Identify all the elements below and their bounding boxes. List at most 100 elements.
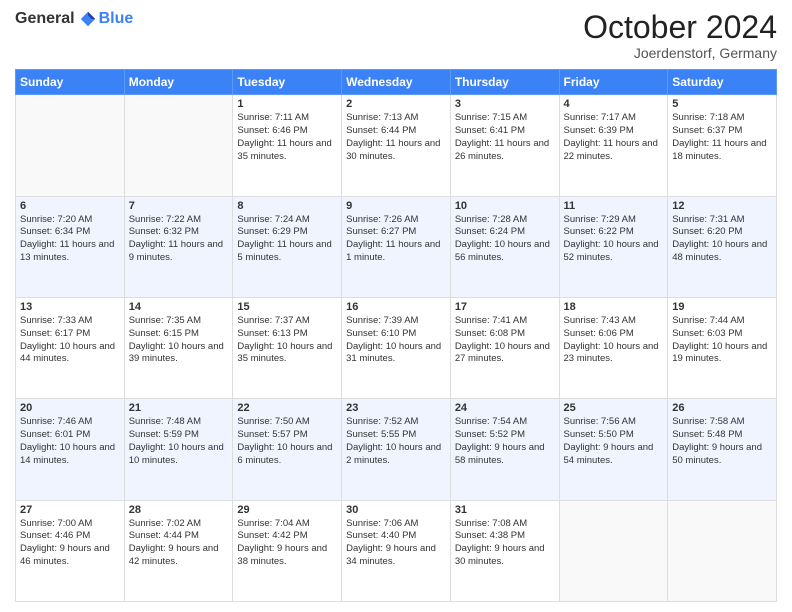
month-title: October 2024 — [583, 10, 777, 45]
day-detail: Sunrise: 7:43 AM Sunset: 6:06 PM Dayligh… — [564, 315, 664, 366]
calendar-cell: 29 Sunrise: 7:04 AM Sunset: 4:42 PM Dayli… — [233, 500, 342, 601]
logo: General Blue — [15, 10, 133, 28]
day-detail: Sunrise: 7:50 AM Sunset: 5:57 PM Dayligh… — [237, 416, 337, 467]
week-row-3: 13 Sunrise: 7:33 AM Sunset: 6:17 PM Dayli… — [16, 297, 777, 398]
day-detail: Sunrise: 7:17 AM Sunset: 6:39 PM Dayligh… — [564, 112, 664, 163]
location: Joerdenstorf, Germany — [583, 45, 777, 61]
calendar-cell: 4 Sunrise: 7:17 AM Sunset: 6:39 PM Daylig… — [559, 95, 668, 196]
day-number: 3 — [455, 98, 555, 110]
calendar-cell: 30 Sunrise: 7:06 AM Sunset: 4:40 PM Dayli… — [342, 500, 451, 601]
calendar-cell: 21Sunrise: 7:48 AM Sunset: 5:59 PM Dayli… — [124, 399, 233, 500]
day-detail: Sunrise: 7:56 AM Sunset: 5:50 PM Dayligh… — [564, 416, 664, 467]
calendar-cell: 16 Sunrise: 7:39 AM Sunset: 6:10 PM Dayli… — [342, 297, 451, 398]
calendar-cell: 26 Sunrise: 7:58 AM Sunset: 5:48 PM Dayli… — [668, 399, 777, 500]
day-detail: Sunrise: 7:15 AM Sunset: 6:41 PM Dayligh… — [455, 112, 555, 163]
day-detail: Sunrise: 7:13 AM Sunset: 6:44 PM Dayligh… — [346, 112, 446, 163]
week-row-4: 20 Sunrise: 7:46 AM Sunset: 6:01 PM Dayli… — [16, 399, 777, 500]
day-detail: Sunrise: 7:06 AM Sunset: 4:40 PM Dayligh… — [346, 518, 446, 569]
day-detail: Sunrise: 7:41 AM Sunset: 6:08 PM Dayligh… — [455, 315, 555, 366]
day-number: 2 — [346, 98, 446, 110]
week-row-2: 6 Sunrise: 7:20 AM Sunset: 6:34 PM Daylig… — [16, 196, 777, 297]
day-number: 10 — [455, 200, 555, 212]
day-number: 26 — [672, 402, 772, 414]
weekday-header-sunday: Sunday — [16, 70, 125, 95]
day-detail: Sunrise: 7:26 AM Sunset: 6:27 PM Dayligh… — [346, 214, 446, 265]
day-detail: Sunrise: 7:39 AM Sunset: 6:10 PM Dayligh… — [346, 315, 446, 366]
calendar-cell: 5 Sunrise: 7:18 AM Sunset: 6:37 PM Daylig… — [668, 95, 777, 196]
calendar-cell: 9Sunrise: 7:26 AM Sunset: 6:27 PM Daylig… — [342, 196, 451, 297]
logo-icon — [79, 10, 97, 28]
day-number: 14 — [129, 301, 229, 313]
day-number: 13 — [20, 301, 120, 313]
week-row-1: 1Sunrise: 7:11 AM Sunset: 6:46 PM Daylig… — [16, 95, 777, 196]
day-detail: Sunrise: 7:29 AM Sunset: 6:22 PM Dayligh… — [564, 214, 664, 265]
weekday-header-saturday: Saturday — [668, 70, 777, 95]
logo-blue: Blue — [99, 10, 134, 28]
day-number: 17 — [455, 301, 555, 313]
page: General Blue October 2024 Joerdenstorf, … — [0, 0, 792, 612]
calendar-cell: 6 Sunrise: 7:20 AM Sunset: 6:34 PM Daylig… — [16, 196, 125, 297]
day-number: 19 — [672, 301, 772, 313]
day-detail: Sunrise: 7:04 AM Sunset: 4:42 PM Dayligh… — [237, 518, 337, 569]
calendar-cell: 17 Sunrise: 7:41 AM Sunset: 6:08 PM Dayli… — [450, 297, 559, 398]
calendar-cell: 3 Sunrise: 7:15 AM Sunset: 6:41 PM Daylig… — [450, 95, 559, 196]
day-detail: Sunrise: 7:48 AM Sunset: 5:59 PM Dayligh… — [129, 416, 229, 467]
day-detail: Sunrise: 7:24 AM Sunset: 6:29 PM Dayligh… — [237, 214, 337, 265]
day-number: 31 — [455, 504, 555, 516]
day-number: 15 — [237, 301, 337, 313]
day-number: 25 — [564, 402, 664, 414]
calendar-cell: 13 Sunrise: 7:33 AM Sunset: 6:17 PM Dayli… — [16, 297, 125, 398]
day-number: 20 — [20, 402, 120, 414]
calendar-cell: 14 Sunrise: 7:35 AM Sunset: 6:15 PM Dayli… — [124, 297, 233, 398]
calendar-table: SundayMondayTuesdayWednesdayThursdayFrid… — [15, 69, 777, 602]
day-detail: Sunrise: 7:02 AM Sunset: 4:44 PM Dayligh… — [129, 518, 229, 569]
day-number: 28 — [129, 504, 229, 516]
weekday-header-monday: Monday — [124, 70, 233, 95]
weekday-header-wednesday: Wednesday — [342, 70, 451, 95]
day-detail: Sunrise: 7:33 AM Sunset: 6:17 PM Dayligh… — [20, 315, 120, 366]
calendar-cell: 19 Sunrise: 7:44 AM Sunset: 6:03 PM Dayli… — [668, 297, 777, 398]
calendar-cell: 25 Sunrise: 7:56 AM Sunset: 5:50 PM Dayli… — [559, 399, 668, 500]
calendar-cell — [559, 500, 668, 601]
day-number: 30 — [346, 504, 446, 516]
weekday-header-row: SundayMondayTuesdayWednesdayThursdayFrid… — [16, 70, 777, 95]
day-number: 29 — [237, 504, 337, 516]
day-number: 16 — [346, 301, 446, 313]
day-detail: Sunrise: 7:46 AM Sunset: 6:01 PM Dayligh… — [20, 416, 120, 467]
calendar-cell: 8 Sunrise: 7:24 AM Sunset: 6:29 PM Daylig… — [233, 196, 342, 297]
day-number: 4 — [564, 98, 664, 110]
day-detail: Sunrise: 7:37 AM Sunset: 6:13 PM Dayligh… — [237, 315, 337, 366]
day-number: 5 — [672, 98, 772, 110]
day-number: 12 — [672, 200, 772, 212]
day-number: 22 — [237, 402, 337, 414]
calendar-cell — [124, 95, 233, 196]
calendar-cell: 18 Sunrise: 7:43 AM Sunset: 6:06 PM Dayli… — [559, 297, 668, 398]
calendar-cell: 15 Sunrise: 7:37 AM Sunset: 6:13 PM Dayli… — [233, 297, 342, 398]
calendar-cell: 1Sunrise: 7:11 AM Sunset: 6:46 PM Daylig… — [233, 95, 342, 196]
day-detail: Sunrise: 7:00 AM Sunset: 4:46 PM Dayligh… — [20, 518, 120, 569]
calendar-cell: 27Sunrise: 7:00 AM Sunset: 4:46 PM Dayli… — [16, 500, 125, 601]
day-detail: Sunrise: 7:18 AM Sunset: 6:37 PM Dayligh… — [672, 112, 772, 163]
day-number: 6 — [20, 200, 120, 212]
day-detail: Sunrise: 7:54 AM Sunset: 5:52 PM Dayligh… — [455, 416, 555, 467]
day-detail: Sunrise: 7:20 AM Sunset: 6:34 PM Dayligh… — [20, 214, 120, 265]
day-detail: Sunrise: 7:58 AM Sunset: 5:48 PM Dayligh… — [672, 416, 772, 467]
calendar-cell — [668, 500, 777, 601]
calendar-cell: 11 Sunrise: 7:29 AM Sunset: 6:22 PM Dayli… — [559, 196, 668, 297]
day-detail: Sunrise: 7:44 AM Sunset: 6:03 PM Dayligh… — [672, 315, 772, 366]
calendar-cell: 22 Sunrise: 7:50 AM Sunset: 5:57 PM Dayli… — [233, 399, 342, 500]
calendar-cell: 12Sunrise: 7:31 AM Sunset: 6:20 PM Dayli… — [668, 196, 777, 297]
calendar-cell: 7Sunrise: 7:22 AM Sunset: 6:32 PM Daylig… — [124, 196, 233, 297]
day-detail: Sunrise: 7:11 AM Sunset: 6:46 PM Dayligh… — [237, 112, 337, 163]
day-number: 7 — [129, 200, 229, 212]
calendar-cell: 23Sunrise: 7:52 AM Sunset: 5:55 PM Dayli… — [342, 399, 451, 500]
day-number: 11 — [564, 200, 664, 212]
day-detail: Sunrise: 7:35 AM Sunset: 6:15 PM Dayligh… — [129, 315, 229, 366]
header: General Blue October 2024 Joerdenstorf, … — [15, 10, 777, 61]
day-detail: Sunrise: 7:28 AM Sunset: 6:24 PM Dayligh… — [455, 214, 555, 265]
day-number: 8 — [237, 200, 337, 212]
day-number: 23 — [346, 402, 446, 414]
day-number: 18 — [564, 301, 664, 313]
calendar-cell: 31Sunrise: 7:08 AM Sunset: 4:38 PM Dayli… — [450, 500, 559, 601]
calendar-cell — [16, 95, 125, 196]
